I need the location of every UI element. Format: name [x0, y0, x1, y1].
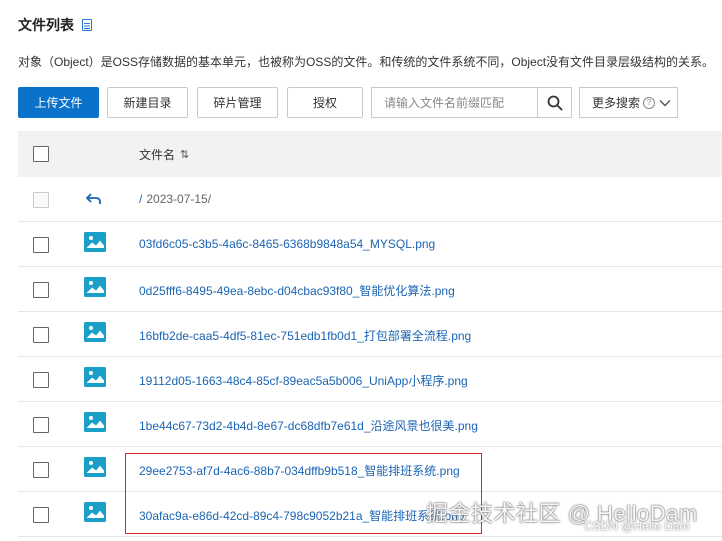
- column-header-label: 文件名: [139, 148, 176, 162]
- file-name-link[interactable]: 0d25fff6-8495-49ea-8ebc-d04cbac93f80_智能优…: [139, 282, 455, 299]
- csdn-watermark: CSDN @Hello Dam: [584, 519, 690, 533]
- file-name-link[interactable]: 29ee2753-af7d-4ac6-88b7-034dffb9b518_智能排…: [139, 462, 460, 479]
- table-header: 文件名 ⇅: [18, 131, 722, 177]
- help-icon: ?: [643, 96, 656, 109]
- back-icon[interactable]: [84, 190, 106, 210]
- file-table: 文件名 ⇅ / 2023-07-15/ 03fd6c05-c3b5-4a6c-84…: [18, 131, 722, 537]
- image-file-icon: [84, 457, 106, 477]
- column-header-filename[interactable]: 文件名 ⇅: [139, 146, 189, 163]
- root-slash-link[interactable]: /: [139, 192, 142, 206]
- page-title-row: 文件列表: [18, 14, 92, 36]
- row-checkbox[interactable]: [33, 237, 49, 253]
- search-input[interactable]: [371, 87, 537, 118]
- file-name-link[interactable]: 30afac9a-e86d-42cd-89c4-798c9052b21a_智能排…: [139, 507, 465, 524]
- file-row: 1be44c67-73d2-4b4d-8e67-dc68dfb7e61d_沿途风…: [18, 402, 722, 447]
- upload-file-button[interactable]: 上传文件: [18, 87, 99, 118]
- select-all-checkbox[interactable]: [33, 146, 49, 162]
- fragment-management-button[interactable]: 碎片管理: [197, 87, 278, 118]
- parent-folder-row: / 2023-07-15/: [18, 177, 722, 222]
- image-file-icon: [84, 412, 106, 432]
- search-button[interactable]: [537, 87, 572, 118]
- file-row: 03fd6c05-c3b5-4a6c-8465-6368b9848a54_MYS…: [18, 222, 722, 267]
- page-title: 文件列表: [18, 17, 74, 33]
- page-description: 对象（Object）是OSS存储数据的基本单元，也被称为OSS的文件。和传统的文…: [18, 55, 715, 69]
- sort-icon[interactable]: ⇅: [180, 148, 189, 161]
- row-checkbox[interactable]: [33, 417, 49, 433]
- file-row: 19112d05-1663-48c4-85cf-89eac5a5b006_Uni…: [18, 357, 722, 402]
- parent-path[interactable]: / 2023-07-15/: [139, 192, 211, 206]
- row-checkbox[interactable]: [33, 507, 49, 523]
- authorize-button[interactable]: 授权: [287, 87, 363, 118]
- row-checkbox[interactable]: [33, 282, 49, 298]
- new-folder-button[interactable]: 新建目录: [107, 87, 188, 118]
- image-file-icon: [84, 322, 106, 342]
- more-search-button[interactable]: 更多搜索 ?: [579, 87, 678, 118]
- image-file-icon: [84, 277, 106, 297]
- file-name-link[interactable]: 03fd6c05-c3b5-4a6c-8465-6368b9848a54_MYS…: [139, 237, 435, 251]
- search-icon: [547, 95, 562, 110]
- row-checkbox[interactable]: [33, 327, 49, 343]
- chevron-down-icon: [659, 99, 671, 106]
- image-file-icon: [84, 367, 106, 387]
- file-name-link[interactable]: 1be44c67-73d2-4b4d-8e67-dc68dfb7e61d_沿途风…: [139, 417, 478, 434]
- file-name-link[interactable]: 16bfb2de-caa5-4df5-81ec-751edb1fb0d1_打包部…: [139, 327, 471, 344]
- row-checkbox[interactable]: [33, 372, 49, 388]
- file-row: 0d25fff6-8495-49ea-8ebc-d04cbac93f80_智能优…: [18, 267, 722, 312]
- document-icon[interactable]: [82, 19, 92, 31]
- row-checkbox-disabled: [33, 192, 49, 208]
- more-search-label: 更多搜索: [592, 96, 641, 110]
- file-row: 29ee2753-af7d-4ac6-88b7-034dffb9b518_智能排…: [18, 447, 722, 492]
- file-name-link[interactable]: 19112d05-1663-48c4-85cf-89eac5a5b006_Uni…: [139, 372, 468, 389]
- current-path: 2023-07-15/: [146, 192, 212, 206]
- image-file-icon: [84, 232, 106, 252]
- image-file-icon: [84, 502, 106, 522]
- row-checkbox[interactable]: [33, 462, 49, 478]
- file-row: 16bfb2de-caa5-4df5-81ec-751edb1fb0d1_打包部…: [18, 312, 722, 357]
